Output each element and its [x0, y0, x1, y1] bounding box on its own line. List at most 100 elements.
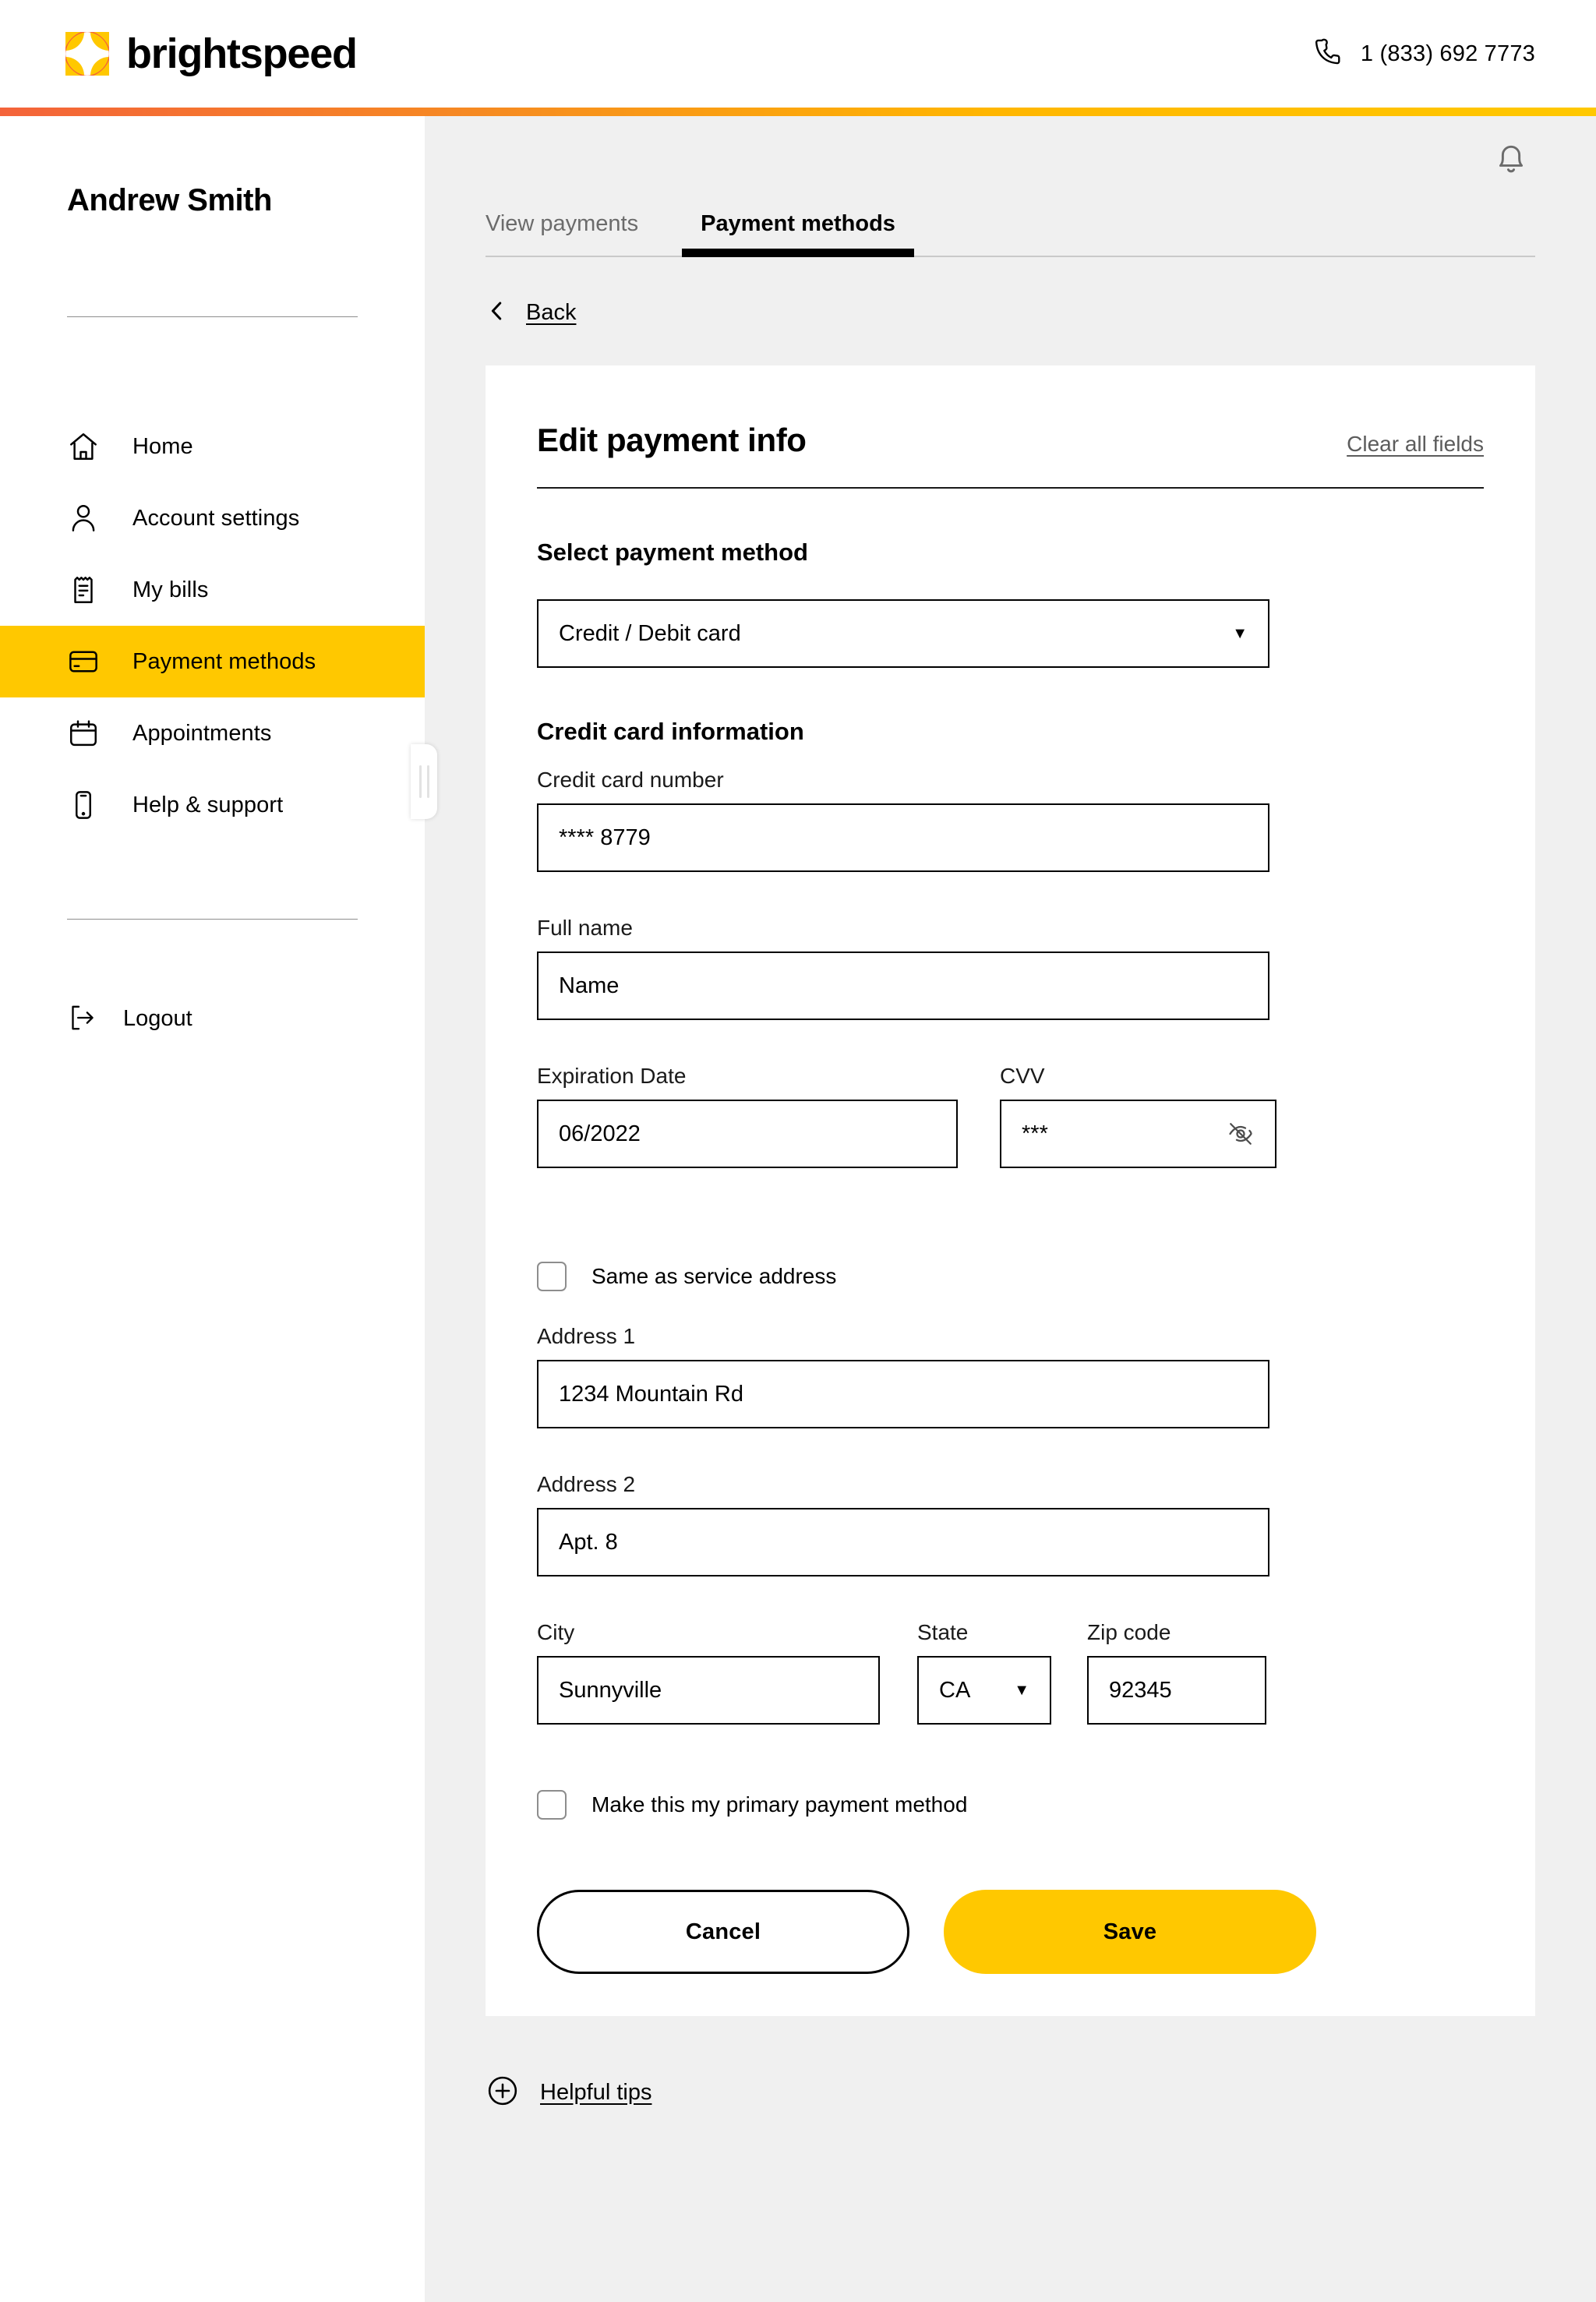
full-name-field-group: Full name Name	[537, 916, 1484, 1020]
sidebar-divider-top	[67, 316, 358, 317]
same-as-service-address-checkbox[interactable]: Same as service address	[537, 1262, 1484, 1291]
checkbox-box	[537, 1790, 567, 1820]
brand-accent-bar	[0, 108, 1596, 116]
city-field-group: City Sunnyville	[537, 1620, 880, 1725]
support-phone[interactable]: 1 (833) 692 7773	[1314, 37, 1535, 71]
full-name-label: Full name	[537, 916, 633, 940]
brand-name: brightspeed	[126, 30, 358, 77]
zip-input[interactable]: 92345	[1087, 1656, 1266, 1725]
state-label: State	[917, 1620, 969, 1644]
address2-label: Address 2	[537, 1472, 636, 1496]
zip-label: Zip code	[1087, 1620, 1171, 1644]
form-actions: Cancel Save	[537, 1890, 1484, 1974]
expiration-input[interactable]: 06/2022	[537, 1100, 958, 1168]
zip-field-group: Zip code 92345	[1087, 1620, 1266, 1725]
payment-method-value: Credit / Debit card	[559, 620, 741, 646]
drag-bar	[418, 765, 422, 798]
credit-card-icon	[67, 645, 100, 678]
same-as-service-address-label: Same as service address	[591, 1264, 837, 1288]
sidebar-item-label: Payment methods	[132, 648, 316, 674]
address2-field-group: Address 2 Apt. 8	[537, 1472, 1484, 1576]
mobile-phone-icon	[67, 789, 100, 821]
receipt-icon	[67, 574, 100, 606]
chevron-down-icon: ▼	[1014, 1682, 1029, 1699]
back-button[interactable]: Back	[486, 299, 1535, 327]
select-payment-method-label: Select payment method	[537, 538, 808, 566]
sidebar-item-label: Appointments	[132, 720, 272, 746]
address2-input[interactable]: Apt. 8	[537, 1508, 1269, 1576]
cvv-value: ***	[1022, 1121, 1048, 1146]
sidebar-item-account-settings[interactable]: Account settings	[0, 482, 425, 554]
phone-icon	[1314, 37, 1344, 71]
checkbox-box	[537, 1262, 567, 1291]
calendar-icon	[67, 717, 100, 750]
helpful-tips-toggle[interactable]: Helpful tips	[486, 2074, 1535, 2112]
payment-method-select[interactable]: Credit / Debit card ▼	[537, 599, 1269, 668]
cvv-label: CVV	[1000, 1064, 1045, 1088]
card-number-label: Credit card number	[537, 768, 724, 792]
sidebar-item-label: Account settings	[132, 505, 300, 531]
app-header: brightspeed 1 (833) 692 7773	[0, 0, 1596, 108]
edit-payment-card: Edit payment info Clear all fields Selec…	[486, 365, 1535, 2016]
address1-field-group: Address 1 1234 Mountain Rd	[537, 1324, 1484, 1428]
page-body: Andrew Smith Home Account settings My bi…	[0, 116, 1596, 2302]
sidebar-item-payment-methods[interactable]: Payment methods	[0, 626, 425, 697]
cancel-button[interactable]: Cancel	[537, 1890, 909, 1974]
city-label: City	[537, 1620, 575, 1644]
sidebar-item-appointments[interactable]: Appointments	[0, 697, 425, 769]
drag-bar	[426, 765, 429, 798]
brightspeed-logo-icon	[65, 32, 109, 76]
main-content: View payments Payment methods Back Edit …	[425, 116, 1596, 2302]
sidebar-divider-bottom	[67, 919, 358, 920]
user-icon	[67, 502, 100, 535]
card-number-input[interactable]: **** 8779	[537, 803, 1269, 872]
sidebar-item-help-support[interactable]: Help & support	[0, 769, 425, 841]
logout-label: Logout	[123, 1005, 192, 1031]
primary-payment-method-checkbox[interactable]: Make this my primary payment method	[537, 1790, 1484, 1820]
brand-logo[interactable]: brightspeed	[65, 30, 358, 77]
plus-circle-icon	[486, 2074, 520, 2112]
back-label: Back	[526, 300, 577, 325]
notifications-row	[486, 116, 1535, 197]
helpful-tips-label: Helpful tips	[540, 2080, 652, 2105]
address1-input[interactable]: 1234 Mountain Rd	[537, 1360, 1269, 1428]
city-state-zip-row: City Sunnyville State CA ▼ Zip code 9234…	[537, 1620, 1484, 1725]
cvv-field-group: CVV ***	[1000, 1064, 1276, 1168]
sidebar-item-label: Help & support	[132, 792, 284, 817]
clear-all-fields-link[interactable]: Clear all fields	[1347, 432, 1484, 457]
resize-handle-icon[interactable]	[411, 744, 437, 819]
sidebar-item-label: Home	[132, 433, 193, 459]
cvv-input[interactable]: ***	[1000, 1100, 1276, 1168]
state-select[interactable]: CA ▼	[917, 1656, 1051, 1725]
payments-tabs: View payments Payment methods	[486, 211, 1535, 257]
eye-off-icon[interactable]	[1227, 1120, 1255, 1148]
logout-button[interactable]: Logout	[0, 1002, 425, 1035]
sidebar-user-name: Andrew Smith	[67, 183, 272, 217]
address1-label: Address 1	[537, 1324, 636, 1348]
card-number-field-group: Credit card number **** 8779	[537, 768, 1484, 872]
expiration-field-group: Expiration Date 06/2022	[537, 1064, 958, 1168]
phone-number: 1 (833) 692 7773	[1360, 41, 1535, 66]
chevron-down-icon: ▼	[1232, 625, 1248, 642]
page-title: Edit payment info	[537, 422, 807, 458]
sidebar: Andrew Smith Home Account settings My bi…	[0, 116, 437, 2302]
sidebar-nav: Home Account settings My bills Payment m…	[0, 411, 425, 841]
expiration-label: Expiration Date	[537, 1064, 687, 1088]
credit-card-information-heading: Credit card information	[537, 718, 804, 745]
home-icon	[67, 430, 100, 463]
sidebar-item-my-bills[interactable]: My bills	[0, 554, 425, 626]
expiry-cvv-row: Expiration Date 06/2022 CVV ***	[537, 1064, 1484, 1168]
bell-icon[interactable]	[1492, 137, 1531, 176]
tab-payment-methods[interactable]: Payment methods	[682, 211, 914, 257]
primary-payment-method-label: Make this my primary payment method	[591, 1792, 968, 1817]
logout-icon	[67, 1002, 100, 1035]
city-input[interactable]: Sunnyville	[537, 1656, 880, 1725]
chevron-left-icon	[486, 299, 509, 327]
state-field-group: State CA ▼	[917, 1620, 1051, 1725]
sidebar-item-label: My bills	[132, 577, 209, 602]
full-name-input[interactable]: Name	[537, 952, 1269, 1020]
sidebar-item-home[interactable]: Home	[0, 411, 425, 482]
save-button[interactable]: Save	[944, 1890, 1316, 1974]
tab-view-payments[interactable]: View payments	[486, 211, 638, 256]
card-header: Edit payment info Clear all fields	[537, 422, 1484, 489]
